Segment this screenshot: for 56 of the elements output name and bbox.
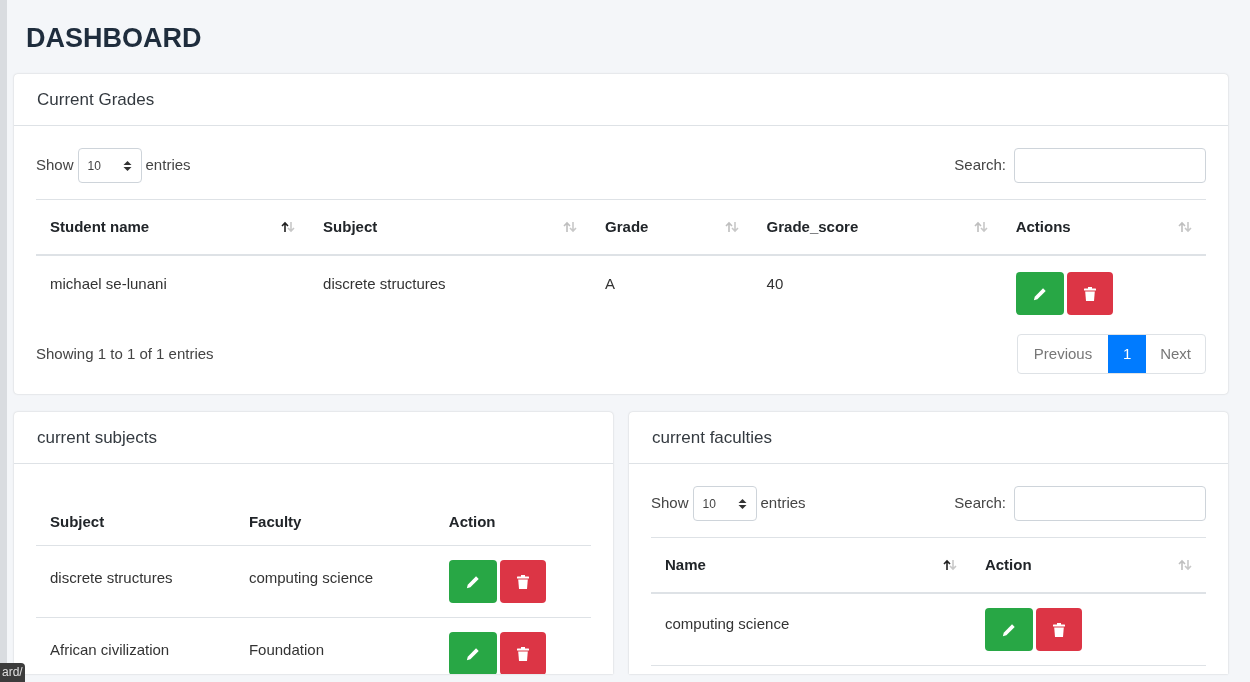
show-label: Show [651, 493, 689, 514]
trash-icon [1052, 622, 1065, 637]
column-header[interactable]: Grade_score [766, 215, 859, 239]
table-cell: computing science [665, 615, 790, 632]
table-cell: 40 [766, 275, 784, 292]
search-label: Search: [954, 493, 1006, 514]
updown-icon [122, 159, 132, 172]
entries-label: entries [760, 493, 806, 514]
column-header[interactable]: Grade [605, 215, 649, 239]
search-field[interactable] [1014, 148, 1206, 183]
entries-select[interactable]: 10 [692, 486, 757, 521]
column-header: Faculty [248, 512, 302, 530]
column-header: Subject [50, 512, 105, 530]
pencil-icon [1032, 286, 1047, 301]
previous-button[interactable]: Previous [1017, 335, 1109, 373]
delete-button[interactable] [499, 560, 546, 603]
pencil-icon [465, 646, 480, 661]
search-label: Search: [954, 155, 1006, 176]
column-header[interactable]: Name [665, 553, 706, 577]
page-button[interactable]: 1 [1108, 335, 1147, 373]
table-cell: discrete structures [323, 275, 446, 292]
table-cell: Foundation [248, 641, 324, 658]
next-button[interactable]: Next [1146, 335, 1205, 373]
edit-button[interactable] [1015, 272, 1064, 315]
status-url: ard/ [0, 663, 25, 682]
edit-button[interactable] [984, 608, 1033, 651]
entries-select[interactable]: 10 [77, 148, 142, 183]
column-header[interactable]: Actions [1015, 215, 1071, 239]
trash-icon [516, 646, 529, 661]
table-cell: A [605, 275, 616, 292]
updown-icon [737, 497, 747, 510]
pencil-icon [465, 574, 480, 589]
column-header[interactable]: Subject [323, 215, 378, 239]
table-cell: michael se-lunani [50, 275, 167, 292]
table-cell: computing science [248, 569, 374, 586]
edit-button[interactable] [448, 560, 497, 603]
delete-button[interactable] [1066, 272, 1113, 315]
trash-icon [516, 574, 529, 589]
show-label: Show [36, 155, 74, 176]
table-cell: discrete structures [50, 569, 173, 586]
table-cell: African civilization [50, 641, 170, 658]
card-title: current subjects [37, 426, 157, 449]
pencil-icon [1001, 622, 1016, 637]
page-title: DASHBOARD [25, 22, 203, 55]
search-field[interactable] [1014, 486, 1206, 521]
entries-info: Showing 1 to 1 of 1 entries [36, 343, 214, 364]
card-title: current faculties [652, 426, 772, 449]
trash-icon [1083, 286, 1096, 301]
column-header[interactable]: Action [984, 553, 1032, 577]
entries-label: entries [145, 155, 191, 176]
delete-button[interactable] [1035, 608, 1082, 651]
column-header[interactable]: Student name [50, 215, 150, 239]
column-header: Action [448, 512, 496, 530]
delete-button[interactable] [499, 632, 546, 674]
edit-button[interactable] [448, 632, 497, 674]
card-title: Current Grades [37, 88, 155, 111]
